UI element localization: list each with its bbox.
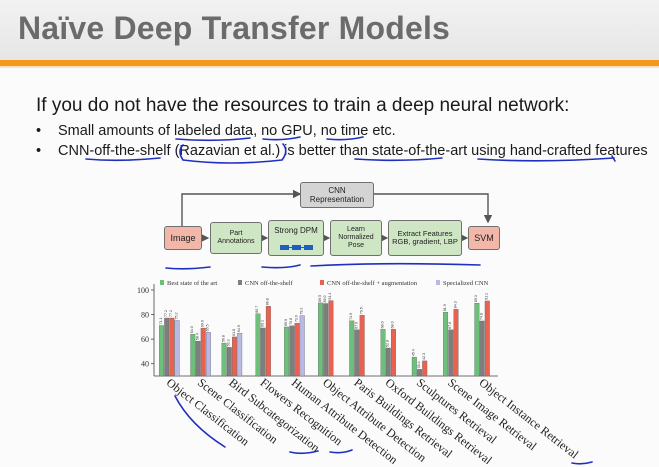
underline-pipeline-2: [261, 264, 301, 269]
underline-labeled-data: [175, 137, 251, 142]
underline-pipeline-1: [165, 266, 211, 270]
pen-mark-3: [571, 461, 593, 465]
underline-no-gpu: [262, 136, 301, 141]
pen-mark-1: [289, 450, 319, 455]
underline-object-classification: [174, 395, 226, 448]
underline-no-time: [326, 136, 364, 141]
underline-state-of-the-art: [354, 157, 443, 162]
underline-hand-crafted: [477, 157, 615, 162]
pen-annotations: [85, 136, 616, 465]
underline-pipeline-3: [310, 262, 481, 267]
circle-razavian: [179, 143, 287, 164]
pen-mark-2: [329, 449, 353, 454]
underline-off-the-shelf: [85, 157, 161, 162]
